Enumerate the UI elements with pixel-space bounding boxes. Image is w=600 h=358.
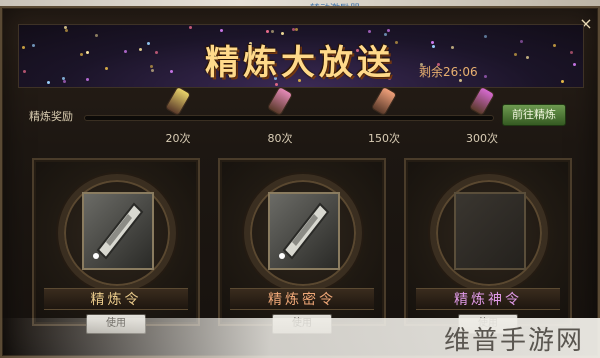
countdown-timer: 剩余26:06 [419, 65, 478, 79]
firework-spark [451, 46, 454, 49]
milestone-label: 80次 [267, 132, 293, 145]
refine-divine-token-slot[interactable] [454, 192, 526, 270]
reward-name: 精炼令 [44, 288, 188, 310]
firework-spark [271, 30, 274, 33]
firework-spark [139, 48, 142, 51]
firework-spark [484, 35, 487, 38]
firework-spark [514, 53, 517, 56]
firework-spark [292, 28, 295, 31]
fireworks-banner: 精炼大放送 剩余26:06 [18, 24, 584, 88]
token-icon [93, 202, 144, 260]
milestone-80[interactable]: 80次 [260, 85, 300, 145]
milestone-label: 300次 [466, 132, 498, 145]
firework-spark [432, 45, 435, 48]
milestone-20[interactable]: 20次 [158, 85, 198, 145]
site-watermark: 维普手游网 [444, 326, 585, 356]
firework-spark [573, 63, 576, 66]
firework-spark [266, 30, 269, 33]
firework-spark [170, 70, 173, 73]
reward-panel-3: 精炼神令 使用 [404, 158, 572, 334]
firework-spark [395, 41, 398, 44]
progress-bar [84, 115, 494, 121]
firework-spark [484, 75, 487, 78]
reward-panel-1: 精炼令 使用 [32, 158, 200, 334]
firework-spark [80, 53, 83, 56]
firework-spark [526, 56, 529, 59]
firework-spark [295, 28, 298, 31]
milestone-150[interactable]: 150次 [364, 85, 404, 145]
firework-spark [368, 30, 371, 33]
firework-spark [86, 78, 89, 81]
firework-spark [63, 80, 66, 83]
reward-gem-icon [370, 85, 398, 117]
refine-event-dialog: × 精炼大放送 剩余26:06 精炼奖励 20次 80次 150次 300次 前… [0, 6, 600, 358]
milestone-300[interactable]: 300次 [462, 85, 502, 145]
reward-gem-icon [468, 85, 496, 117]
firework-spark [65, 29, 68, 32]
firework-spark [155, 51, 158, 54]
firework-spark [431, 41, 434, 44]
firework-spark [561, 80, 564, 83]
firework-spark [151, 69, 154, 72]
firework-spark [23, 70, 26, 73]
firework-spark [189, 26, 192, 29]
reward-name: 精炼神令 [416, 288, 560, 310]
reward-name: 精炼密令 [230, 288, 374, 310]
firework-spark [520, 40, 523, 43]
progress-label: 精炼奖励 [29, 110, 73, 123]
firework-spark [105, 67, 108, 70]
firework-spark [32, 44, 35, 47]
firework-spark [570, 51, 573, 54]
firework-spark [553, 44, 556, 47]
firework-spark [220, 29, 223, 32]
firework-spark [147, 42, 150, 45]
firework-spark [150, 65, 153, 68]
firework-spark [86, 51, 89, 54]
token-icon [279, 202, 330, 260]
reward-gem-icon [266, 85, 294, 117]
firework-spark [124, 50, 127, 53]
firework-spark [47, 81, 50, 84]
milestone-label: 150次 [368, 132, 400, 145]
firework-spark [95, 34, 98, 37]
reward-gem-icon [164, 85, 192, 117]
refine-secret-token-item[interactable] [268, 192, 340, 270]
reward-panel-2: 精炼密令 使用 [218, 158, 386, 334]
refine-token-item[interactable] [82, 192, 154, 270]
firework-spark [22, 46, 25, 49]
firework-spark [387, 29, 390, 32]
event-title: 精炼大放送 [205, 43, 395, 83]
milestone-label: 20次 [165, 132, 191, 145]
goto-refine-button[interactable]: 前往精炼 [502, 104, 566, 126]
